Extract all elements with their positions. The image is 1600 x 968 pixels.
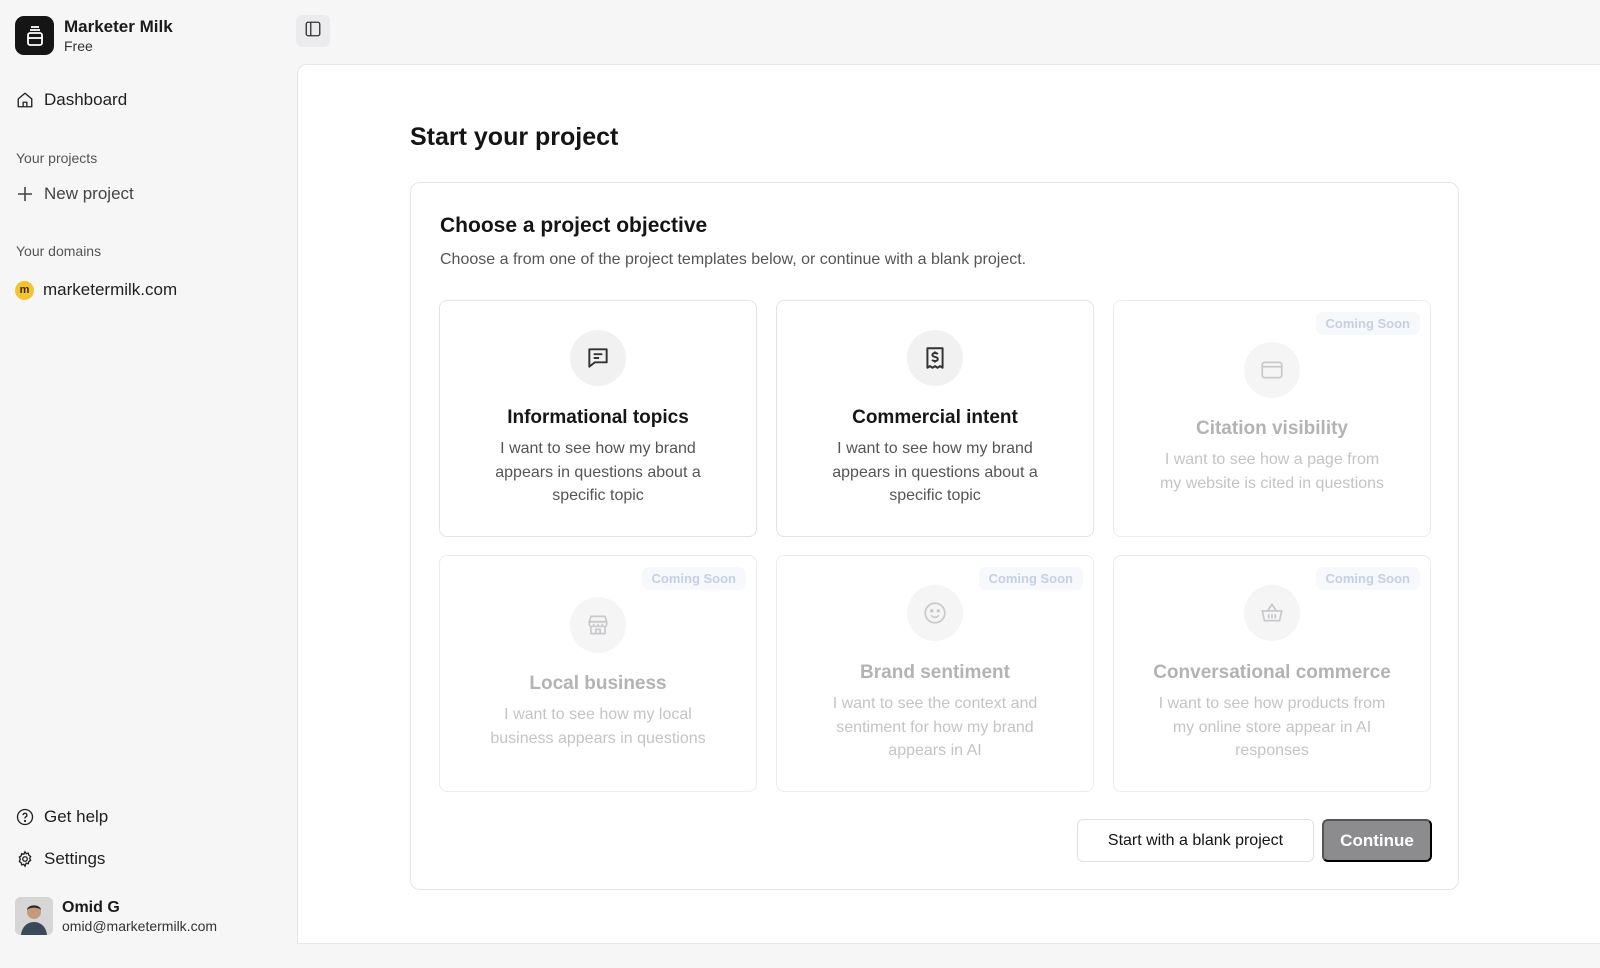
storefront-icon [570,597,626,653]
coming-soon-badge: Coming Soon [1315,312,1420,335]
coming-soon-badge: Coming Soon [1315,567,1420,590]
tile-citation-visibility: Coming Soon Citation visibility I want t… [1113,300,1431,537]
app: Marketer Milk Free Dashboard Your projec… [0,0,1600,968]
nav-dashboard[interactable]: Dashboard [15,90,127,110]
coming-soon-badge: Coming Soon [978,567,1083,590]
start-blank-project-button[interactable]: Start with a blank project [1077,819,1314,862]
help-label: Get help [44,807,109,826]
nav-get-help[interactable]: Get help [15,807,108,827]
workspace-switcher[interactable]: Marketer Milk Free [15,16,173,55]
tile-informational-topics[interactable]: Informational topics I want to see how m… [439,300,757,537]
domain-favicon: m [15,280,34,300]
page-title: Start your project [410,123,619,151]
tile-description: I want to see how my brand appears in qu… [495,440,701,504]
tile-conversational-commerce: Coming Soon Conversational commerce I wa… [1113,555,1431,792]
tile-title: Conversational commerce [1153,662,1391,683]
smile-icon [907,585,963,641]
tile-title: Commercial intent [852,407,1018,428]
nav-dashboard-label: Dashboard [44,90,128,109]
message-lines-icon [570,330,626,386]
user-name: Omid G [62,898,120,916]
domain-label: marketermilk.com [43,280,178,299]
new-project-button[interactable]: New project [15,184,134,204]
tile-description: I want to see how a page from my website… [1159,451,1385,492]
avatar [15,897,53,935]
coming-soon-badge: Coming Soon [641,567,746,590]
nav-settings[interactable]: Settings [15,849,105,869]
user-menu[interactable]: Omid G omid@marketermilk.com [15,897,217,935]
card-description: Choose a from one of the project templat… [440,251,1027,268]
tile-description: I want to see how products from my onlin… [1158,695,1386,759]
projects-section-label: Your projects [16,150,98,166]
tile-title: Informational topics [507,407,689,428]
sidebar: Marketer Milk Free Dashboard Your projec… [0,0,296,968]
domains-section-label: Your domains [16,243,102,259]
brand-logo-icon [15,16,54,55]
gear-icon [15,849,35,869]
tile-description: I want to see how my brand appears in qu… [832,440,1038,504]
main-panel: Start your project Choose a project obje… [297,64,1600,944]
card-title: Choose a project objective [440,214,708,237]
tile-title: Brand sentiment [860,662,1010,683]
browser-window-icon [1244,342,1300,398]
home-icon [15,90,35,110]
sidebar-panel-icon [304,20,322,43]
basket-icon [1244,585,1300,641]
tile-commercial-intent[interactable]: Commercial intent I want to see how my b… [776,300,1094,537]
new-project-label: New project [44,184,134,203]
plus-icon [15,184,35,204]
plan-label: Free [64,37,93,54]
brand-name: Marketer Milk [64,16,173,36]
user-email: omid@marketermilk.com [62,917,218,934]
tile-local-business: Coming Soon Local business I want to see… [439,555,757,792]
sidebar-toggle-button[interactable] [296,15,330,47]
objective-card: Choose a project objective Choose a from… [410,182,1459,890]
tile-title: Local business [529,673,667,694]
continue-button[interactable]: Continue [1322,819,1432,862]
tile-brand-sentiment: Coming Soon Brand sentiment I want to se… [776,555,1094,792]
tile-title: Citation visibility [1195,418,1349,439]
tile-description: I want to see the context and sentiment … [832,695,1038,759]
settings-label: Settings [44,849,106,868]
tile-description: I want to see how my local business appe… [490,706,706,747]
receipt-dollar-icon [907,330,963,386]
domain-item[interactable]: m marketermilk.com [15,280,177,300]
help-circle-icon [15,807,35,827]
